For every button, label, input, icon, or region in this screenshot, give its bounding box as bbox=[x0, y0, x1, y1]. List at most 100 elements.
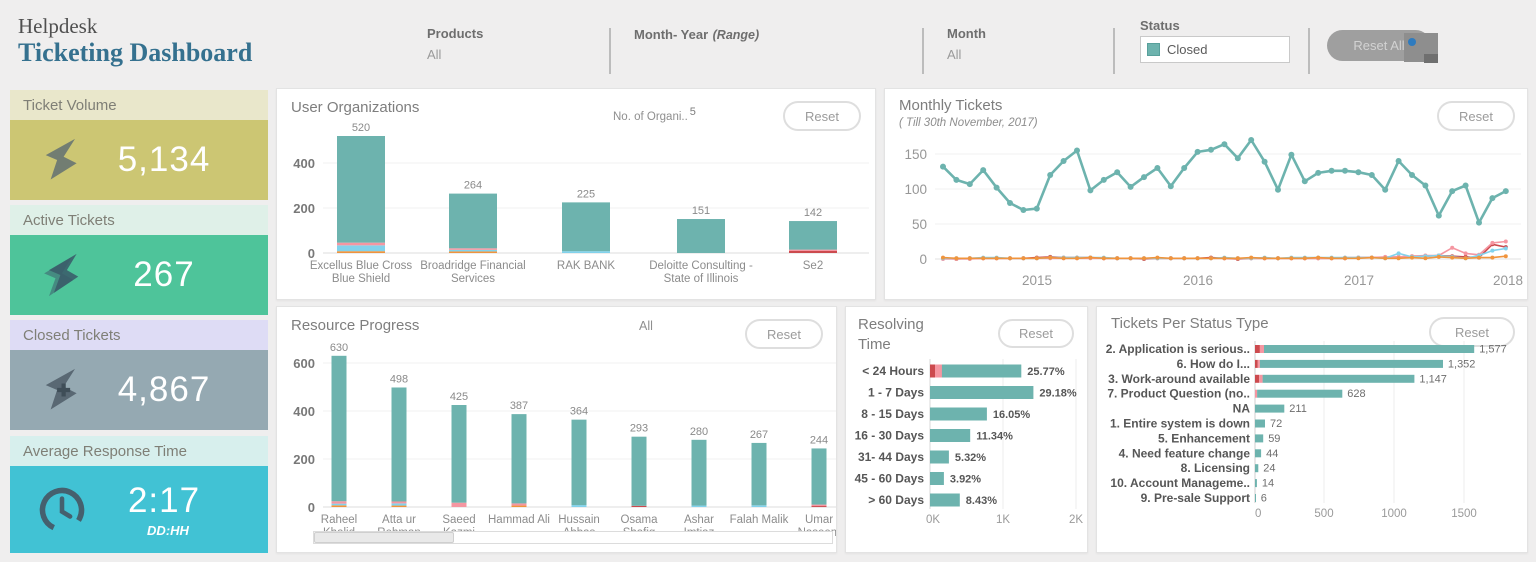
svg-text:Raheel: Raheel bbox=[321, 514, 357, 526]
tickets-per-status-chart[interactable]: 0 500 1000 1500 2. Application is serious.. 1… bbox=[1097, 337, 1527, 552]
filter-status-label: Status bbox=[1140, 18, 1180, 33]
resource-progress-chart[interactable]: 6004002000630RaheelKhalid498Atta urRehma… bbox=[277, 307, 836, 552]
resolving-reset-button[interactable]: Reset bbox=[998, 319, 1074, 348]
resource-bar[interactable] bbox=[331, 355, 347, 507]
svg-text:Hammad Ali: Hammad Ali bbox=[488, 514, 550, 526]
status-bar[interactable] bbox=[1255, 464, 1259, 473]
org-bar[interactable] bbox=[562, 202, 610, 253]
resolving-time-chart[interactable]: 0K 1K 2K < 24 Hours 25.77% 1 - 7 Days 29.18% 8 … bbox=[846, 351, 1087, 551]
status-bar[interactable] bbox=[1255, 494, 1256, 502]
filter-month-value[interactable]: All bbox=[947, 47, 986, 62]
monthly-tickets-title: Monthly Tickets bbox=[899, 97, 1003, 114]
resolving-bar[interactable] bbox=[930, 493, 960, 507]
resource-scrollbar[interactable] bbox=[313, 531, 833, 544]
svg-text:630: 630 bbox=[330, 342, 348, 354]
status-bar[interactable] bbox=[1255, 404, 1285, 413]
kpi-ticket-volume-label: Ticket Volume bbox=[10, 90, 268, 120]
svg-text:8.43%: 8.43% bbox=[966, 495, 997, 507]
svg-text:425: 425 bbox=[450, 391, 468, 403]
svg-text:1000: 1000 bbox=[1381, 508, 1407, 520]
kpi-avg-response-value: 2:17 bbox=[127, 481, 201, 520]
org-bar[interactable] bbox=[337, 136, 385, 253]
kpi-closed-tickets-label: Closed Tickets bbox=[10, 320, 268, 350]
resolving-bar[interactable] bbox=[930, 407, 987, 421]
svg-text:Umar: Umar bbox=[805, 514, 833, 526]
svg-text:280: 280 bbox=[690, 426, 708, 438]
svg-text:2018: 2018 bbox=[1493, 273, 1523, 288]
svg-text:8 - 15 Days: 8 - 15 Days bbox=[861, 407, 924, 421]
svg-text:Saeed: Saeed bbox=[442, 514, 475, 526]
svg-text:Excellus Blue Cross: Excellus Blue Cross bbox=[310, 260, 413, 272]
svg-text:2. Application is serious..: 2. Application is serious.. bbox=[1106, 342, 1250, 356]
org-bar[interactable] bbox=[789, 221, 837, 253]
svg-text:Deloitte Consulting -: Deloitte Consulting - bbox=[649, 260, 753, 272]
status-bar[interactable] bbox=[1255, 449, 1262, 458]
filter-products-value[interactable]: All bbox=[427, 47, 483, 62]
resource-bar[interactable] bbox=[511, 414, 527, 507]
svg-text:293: 293 bbox=[630, 423, 648, 435]
resource-progress-panel: Resource Progress All Reset 600 400 200 0 63… bbox=[276, 306, 837, 553]
status-bar[interactable] bbox=[1255, 419, 1265, 428]
tickets-per-status-title: Tickets Per Status Type bbox=[1111, 315, 1269, 332]
filter-month[interactable]: Month All bbox=[947, 26, 986, 62]
svg-text:10. Account Manageme..: 10. Account Manageme.. bbox=[1110, 476, 1250, 490]
status-filter-select[interactable]: Closed bbox=[1140, 36, 1290, 63]
svg-text:45 - 60 Days: 45 - 60 Days bbox=[855, 472, 925, 486]
svg-text:0: 0 bbox=[308, 246, 315, 261]
svg-text:9. Pre-sale Support: 9. Pre-sale Support bbox=[1141, 491, 1250, 505]
filter-products[interactable]: Products All bbox=[427, 26, 483, 62]
org-count-value: 5 bbox=[689, 106, 696, 118]
filter-month-year-range-hint: (Range) bbox=[712, 28, 760, 42]
header-divider bbox=[1113, 28, 1115, 74]
resource-bar[interactable] bbox=[751, 442, 767, 507]
resolving-bar[interactable] bbox=[930, 472, 944, 485]
svg-text:1,352: 1,352 bbox=[1448, 358, 1476, 370]
resolving-bar[interactable] bbox=[930, 429, 971, 442]
status-bar[interactable] bbox=[1255, 434, 1264, 443]
svg-text:5.32%: 5.32% bbox=[955, 452, 986, 464]
org-bar[interactable] bbox=[449, 193, 497, 253]
resource-bar[interactable] bbox=[631, 436, 647, 507]
svg-text:1. Entire system is down: 1. Entire system is down bbox=[1110, 417, 1250, 431]
filter-month-year[interactable]: Month- Year (Range) bbox=[634, 26, 759, 44]
svg-text:364: 364 bbox=[570, 406, 588, 418]
status-bar[interactable] bbox=[1255, 389, 1343, 398]
header-divider bbox=[1308, 28, 1310, 74]
resource-bar[interactable] bbox=[571, 419, 587, 507]
monthly-tickets-chart[interactable]: 150 100 50 0 2015 2016 2017 2018 bbox=[885, 117, 1527, 299]
resolving-bar[interactable] bbox=[930, 364, 1022, 378]
svg-text:6: 6 bbox=[1261, 493, 1267, 505]
org-bar[interactable] bbox=[677, 219, 725, 253]
resource-bar[interactable] bbox=[811, 448, 827, 508]
resource-bar[interactable] bbox=[451, 405, 467, 507]
status-bar[interactable] bbox=[1255, 345, 1475, 353]
user-organizations-chart[interactable]: 400 200 0 520 Excellus Blue Cross Blue Shield… bbox=[277, 121, 875, 299]
status-bar[interactable] bbox=[1255, 359, 1443, 368]
svg-text:0: 0 bbox=[919, 252, 927, 267]
resource-scrollbar-thumb[interactable] bbox=[314, 532, 454, 543]
svg-text:387: 387 bbox=[510, 400, 528, 412]
resource-bar[interactable] bbox=[691, 439, 707, 507]
resource-bar[interactable] bbox=[391, 387, 407, 507]
resolving-time-title: Resolving Time bbox=[858, 316, 924, 353]
resolving-bar[interactable] bbox=[930, 386, 1034, 399]
svg-text:16.05%: 16.05% bbox=[993, 409, 1031, 421]
ticket-plus-icon bbox=[45, 368, 77, 410]
resolving-time-panel: Resolving Time Reset 0K 1K 2K < 24 Hours 25.… bbox=[845, 306, 1088, 553]
info-dot-icon bbox=[1408, 38, 1416, 46]
resolving-bar[interactable] bbox=[930, 450, 949, 464]
kpi-active-tickets-value: 267 bbox=[133, 255, 195, 294]
status-bar[interactable] bbox=[1255, 374, 1415, 383]
svg-text:Falah Malik: Falah Malik bbox=[730, 514, 789, 526]
user-organizations-title: User Organizations bbox=[291, 99, 420, 116]
svg-text:NA: NA bbox=[1233, 402, 1251, 416]
status-closed-swatch bbox=[1147, 43, 1160, 56]
svg-text:628: 628 bbox=[1347, 388, 1365, 400]
tickets-per-status-panel: Tickets Per Status Type Reset 0 500 1000 15… bbox=[1096, 306, 1528, 553]
status-bar[interactable] bbox=[1255, 479, 1257, 488]
ticket-layers-icon bbox=[44, 253, 79, 297]
svg-text:2016: 2016 bbox=[1183, 273, 1213, 288]
kpi-ticket-volume-value: 5,134 bbox=[117, 140, 211, 179]
monthly-series-teal[interactable] bbox=[940, 137, 1509, 226]
svg-text:44: 44 bbox=[1266, 448, 1278, 460]
